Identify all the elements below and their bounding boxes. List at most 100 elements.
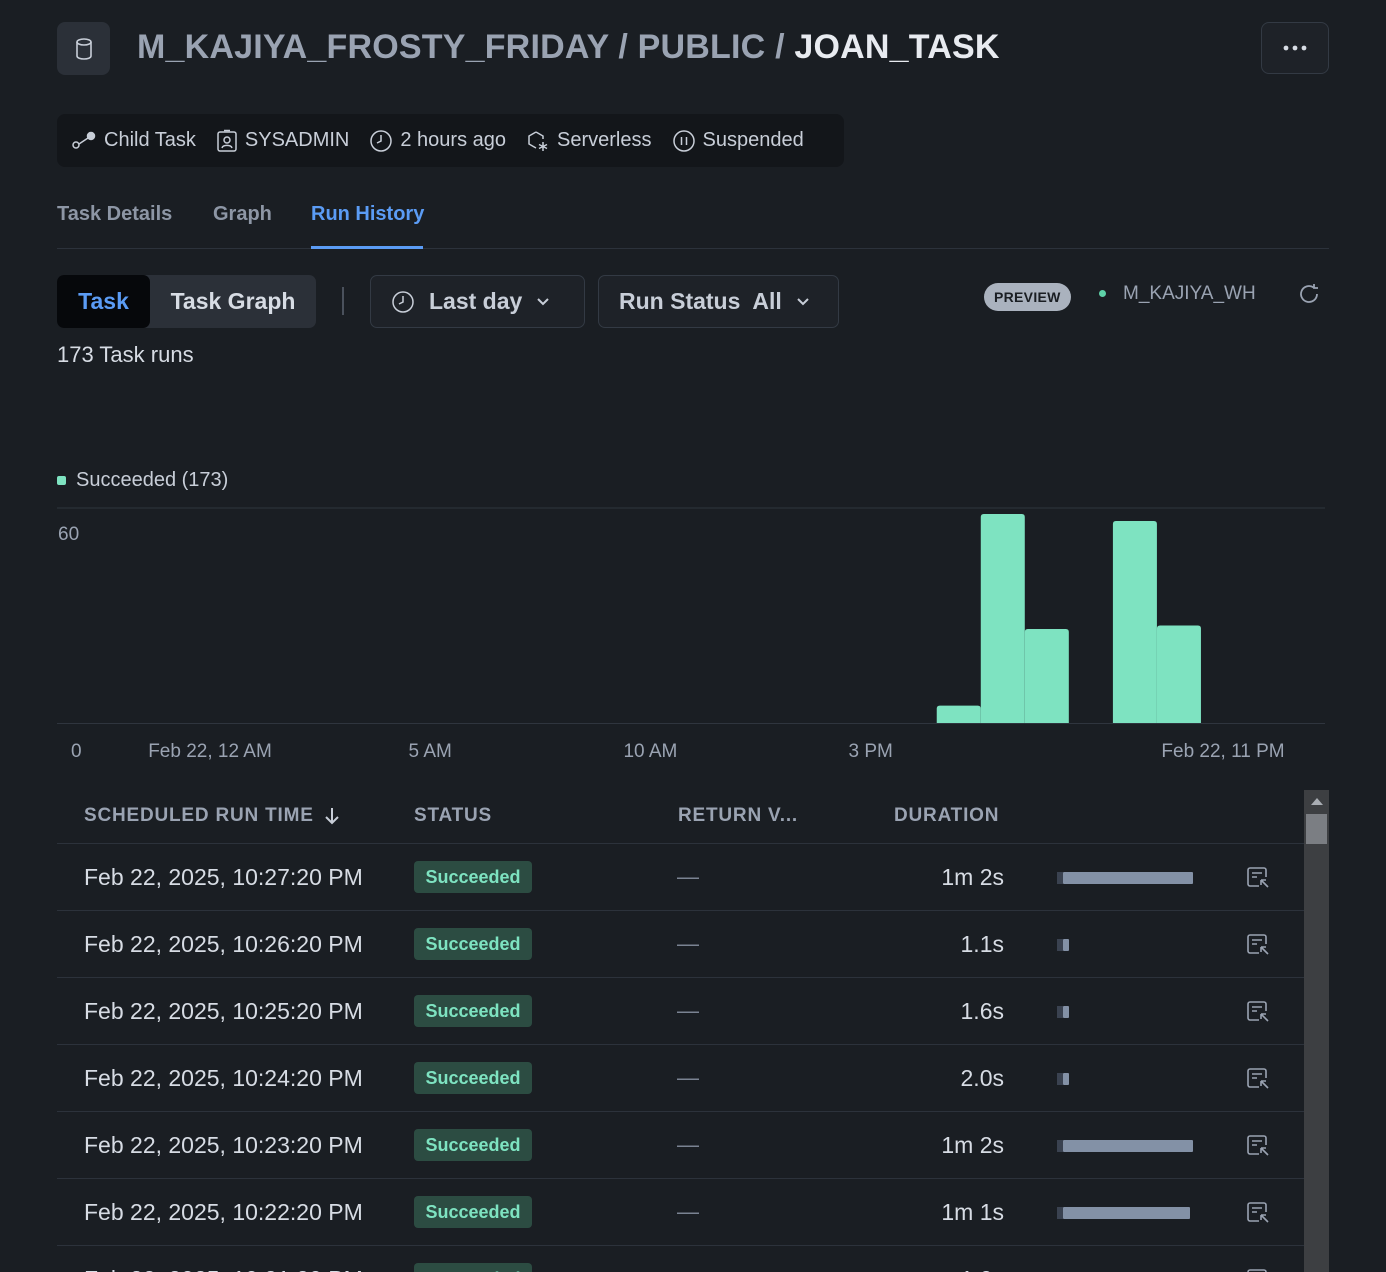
duration-bar-fill	[1063, 1140, 1193, 1152]
duration-bar-fill	[1063, 1073, 1069, 1085]
return-value: —	[677, 1266, 699, 1272]
view-query-profile-icon[interactable]	[1245, 864, 1271, 895]
table-row[interactable]: Feb 22, 2025, 10:24:20 PM Succeeded — 2.0s	[57, 1045, 1304, 1112]
more-horizontal-icon	[1283, 45, 1307, 51]
return-value: —	[677, 1065, 699, 1090]
return-value: —	[677, 1132, 699, 1157]
view-query-profile-icon[interactable]	[1245, 998, 1271, 1029]
duration-bar	[1057, 1073, 1197, 1085]
view-query-profile-icon[interactable]	[1245, 1065, 1271, 1096]
arrow-down-icon	[325, 808, 339, 825]
view-query-profile-icon[interactable]	[1245, 1132, 1271, 1163]
table-scrollbar[interactable]	[1304, 790, 1329, 1272]
table-row[interactable]: Feb 22, 2025, 10:26:20 PM Succeeded — 1.1s	[57, 911, 1304, 978]
scheduled-run-time: Feb 22, 2025, 10:25:20 PM	[84, 998, 363, 1024]
clock-icon	[370, 129, 393, 152]
breadcrumb-path[interactable]: M_KAJIYA_FROSTY_FRIDAY / PUBLIC /	[137, 28, 794, 66]
run-history-table: SCHEDULED RUN TIME STATUS RETURN V... DU…	[57, 790, 1304, 1272]
view-query-profile-icon[interactable]	[1245, 1266, 1271, 1272]
tab-task-details[interactable]: Task Details	[57, 203, 172, 226]
scheduled-run-time: Feb 22, 2025, 10:22:20 PM	[84, 1199, 363, 1225]
updated-label: 2 hours ago	[400, 129, 507, 151]
duration: 1m 2s	[941, 1132, 1004, 1158]
y-tick-label: 0	[71, 741, 82, 762]
duration: 2.0s	[960, 1065, 1004, 1091]
table-row[interactable]: Feb 22, 2025, 10:22:20 PM Succeeded — 1m 1s	[57, 1179, 1304, 1246]
duration-bar	[1057, 939, 1197, 951]
run-count: 173 Task runs	[57, 342, 194, 367]
scheduled-run-time: Feb 22, 2025, 10:23:20 PM	[84, 1132, 363, 1158]
scroll-thumb[interactable]	[1306, 814, 1327, 844]
pause-circle-icon	[672, 129, 695, 152]
col-scheduled-run-time-label: SCHEDULED RUN TIME	[84, 805, 314, 826]
status-badge: Succeeded	[414, 861, 532, 893]
col-return-value[interactable]: RETURN V...	[678, 805, 798, 827]
toggle-task-graph[interactable]: Task Graph	[150, 275, 316, 328]
chevron-down-icon	[797, 297, 809, 305]
col-duration[interactable]: DURATION	[894, 805, 999, 827]
task-state: Suspended	[672, 129, 804, 153]
col-status[interactable]: STATUS	[414, 805, 492, 827]
return-value: —	[677, 931, 699, 956]
scheduled-run-time: Feb 22, 2025, 10:21:20 PM	[84, 1266, 363, 1272]
owner-role: SYSADMIN	[216, 129, 349, 153]
table-header: SCHEDULED RUN TIME STATUS RETURN V... DU…	[57, 790, 1304, 844]
table-body: Feb 22, 2025, 10:27:20 PM Succeeded — 1m 2s…	[57, 844, 1304, 1272]
table-row[interactable]: Feb 22, 2025, 10:25:20 PM Succeeded — 1.6s	[57, 978, 1304, 1045]
owner-label: SYSADMIN	[244, 129, 350, 151]
status-badge: Succeeded	[414, 1129, 532, 1161]
task-meta-bar: Child Task SYSADMIN 2 hours ago Serverle…	[57, 114, 844, 167]
view-query-profile-icon[interactable]	[1245, 1199, 1271, 1230]
compute-label: Serverless	[557, 129, 652, 151]
warehouse-name[interactable]: M_KAJIYA_WH	[1123, 283, 1256, 305]
duration-bar-fill	[1063, 939, 1069, 951]
x-tick-label: 3 PM	[848, 741, 892, 762]
state-label: Suspended	[702, 129, 804, 151]
run-status-value: All	[752, 288, 782, 314]
table-row[interactable]: Feb 22, 2025, 10:23:20 PM Succeeded — 1m 2s	[57, 1112, 1304, 1179]
status-badge: Succeeded	[414, 995, 532, 1027]
duration-bar	[1057, 872, 1197, 884]
toggle-task[interactable]: Task	[57, 275, 150, 328]
scheduled-run-time: Feb 22, 2025, 10:26:20 PM	[84, 931, 363, 957]
x-tick-label: 10 AM	[623, 741, 677, 762]
duration: 1.0s	[961, 1266, 1004, 1272]
duration-bar-fill	[1063, 1006, 1069, 1018]
tab-bar: Task Details Graph Run History	[57, 200, 1329, 249]
clock-icon	[392, 290, 414, 313]
status-badge: Succeeded	[414, 1062, 532, 1094]
duration-bar	[1057, 1207, 1197, 1219]
table-row[interactable]: Feb 22, 2025, 10:27:20 PM Succeeded — 1m 2s	[57, 844, 1304, 911]
scheduled-run-time: Feb 22, 2025, 10:27:20 PM	[84, 864, 363, 890]
duration: 1m 2s	[941, 864, 1004, 890]
tab-run-history[interactable]: Run History	[311, 203, 424, 226]
task-type: Child Task	[71, 129, 196, 152]
page-title: M_KAJIYA_FROSTY_FRIDAY / PUBLIC / JOAN_T…	[137, 28, 1000, 67]
run-status-label: Run Status	[619, 288, 741, 314]
serverless-snowflake-icon	[528, 130, 548, 151]
more-options-button[interactable]	[1261, 22, 1329, 74]
col-scheduled-run-time[interactable]: SCHEDULED RUN TIME	[84, 805, 340, 827]
run-status-dropdown[interactable]: Run Status All	[598, 275, 839, 328]
status-badge: Succeeded	[414, 1263, 532, 1272]
table-row[interactable]: Feb 22, 2025, 10:21:20 PM Succeeded — 1.0s	[57, 1246, 1304, 1272]
chart-bar	[936, 705, 981, 723]
chart-bar	[1024, 628, 1069, 723]
duration-bar-fill	[1063, 1207, 1190, 1219]
time-range-dropdown[interactable]: Last day	[370, 275, 585, 328]
scroll-up-arrow-icon[interactable]	[1311, 798, 1323, 805]
last-updated: 2 hours ago	[369, 129, 506, 153]
status-badge: Succeeded	[414, 928, 532, 960]
view-query-profile-icon[interactable]	[1245, 931, 1271, 962]
chart-bar	[980, 514, 1025, 723]
time-range-value: Last day	[429, 288, 523, 314]
chart-bar	[1156, 625, 1201, 723]
database-icon	[57, 22, 110, 75]
tab-graph[interactable]: Graph	[213, 203, 272, 226]
return-value: —	[677, 864, 699, 889]
refresh-button[interactable]	[1297, 282, 1321, 311]
chart-legend: Succeeded (173)	[57, 469, 228, 492]
chevron-down-icon	[537, 297, 550, 305]
legend-swatch	[57, 476, 66, 485]
y-tick-label: 60	[58, 524, 79, 545]
